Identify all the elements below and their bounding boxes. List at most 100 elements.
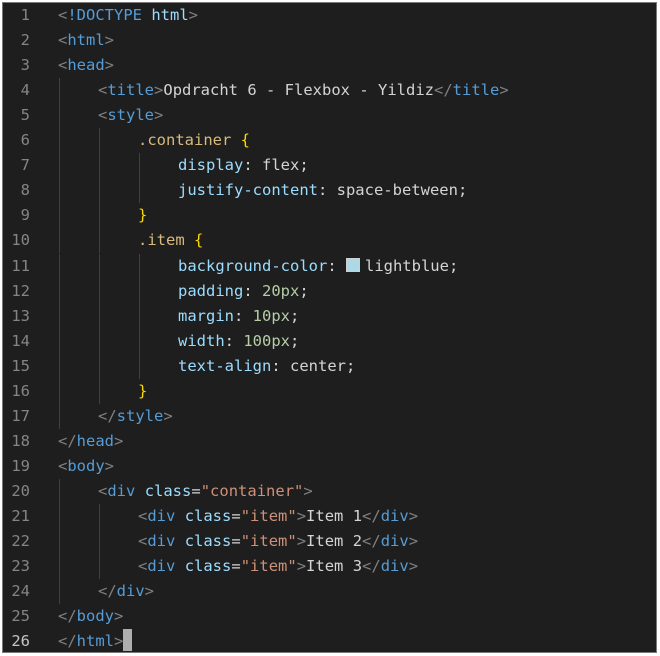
line-number: 6 [20,131,30,150]
code-text: .item { [138,228,203,253]
token-brace: { [240,131,251,150]
line-number: 8 [20,181,30,200]
code-line[interactable]: 17 </style> [3,403,656,429]
token-punctuation: </ [58,431,77,450]
code-line[interactable]: 20 <div class="container"> [3,478,656,504]
token-punctuation: < [98,481,108,500]
token-punctuation: < [98,81,108,100]
code-line[interactable]: 14 width: 100px; [3,328,656,354]
code-editor[interactable]: 1 <!DOCTYPE html> 2 <html> 3 <head> 4 <title>Op… [2,2,657,653]
indent-guide [59,403,60,429]
token-text: Item 1 [306,507,363,525]
token-punctuation: > [114,632,124,651]
token-text: ; [299,281,309,300]
token-text: : space-between; [317,181,468,200]
token-string-value: "item" [240,557,297,576]
code-line[interactable]: 18 </head> [3,429,656,454]
code-line[interactable]: 19 <body> [3,454,656,479]
code-line[interactable]: 26 </html> [3,629,656,652]
code-line[interactable]: 24 </div> [3,579,656,605]
code-text: .container { [138,128,250,153]
token-brace: { [194,231,204,250]
code-line[interactable]: 3 <head> [3,53,656,78]
indent-guide [99,153,100,179]
token-attribute-name: html [151,6,189,24]
indent-guide [59,78,60,104]
code-text: <body> [58,454,114,479]
code-line[interactable]: 22 <div class="item">Item 2</div> [3,529,656,555]
code-text: text-align: center; [178,354,355,379]
indent-guide [99,328,100,354]
token-text: Opdracht 6 - Flexbox - Yildiz [163,81,434,100]
code-line[interactable]: 4 <title>Opdracht 6 - Flexbox - Yildiz</t… [3,78,656,104]
token-punctuation: > [296,507,307,525]
code-line[interactable]: 12 padding: 20px; [3,278,656,304]
code-line[interactable]: 2 <html> [3,28,656,53]
code-line[interactable]: 23 <div class="item">Item 3</div> [3,554,656,580]
code-line[interactable]: 6 .container { [3,128,656,154]
token-punctuation: > [303,481,313,500]
line-number: 23 [11,557,30,576]
token-punctuation: < [138,507,148,525]
line-number: 5 [20,106,30,125]
token-tag-name: head [67,56,105,75]
token-tag-name: style [107,106,155,125]
code-line[interactable]: 25 </body> [3,604,656,629]
indent-guide [99,378,100,404]
token-tag-name: !DOCTYPE [67,6,152,24]
code-text: <html> [58,28,114,53]
line-number: 19 [11,456,30,475]
code-line[interactable]: 1 <!DOCTYPE html> [3,3,656,28]
color-swatch-icon[interactable] [345,257,360,272]
token-tag-name: title [452,81,500,100]
code-line[interactable]: 9} [3,203,656,229]
code-line[interactable]: 10 .item { [3,228,656,254]
indent-guide [99,303,100,329]
token-string-value: "item" [240,532,297,551]
line-number: 20 [11,481,30,500]
token-attribute-name: class [184,532,232,551]
code-text: <style> [98,103,163,128]
code-line[interactable]: 15 text-align: center; [3,353,656,379]
code-line[interactable]: 21 <div class="item">Item 1</div> [3,504,656,529]
indent-guide [99,128,100,154]
token-attribute-name: class [144,481,192,500]
token-css-property: width [178,331,225,350]
token-tag-name: div [147,557,176,576]
code-line[interactable]: 5 <style> [3,103,656,129]
code-text: background-color: lightblue; [178,254,458,279]
token-css-property: display [178,156,244,175]
indent-guide [59,103,60,129]
line-number: 13 [11,306,30,325]
line-number: 3 [20,56,30,75]
token-punctuation: < [58,31,68,50]
indent-guide [139,278,140,304]
code-line[interactable]: 8 justify-content: space-between; [3,178,656,204]
code-text: display: flex; [178,153,309,178]
code-line[interactable]: 7 display: flex; [3,153,656,179]
code-text: padding: 20px; [178,279,309,304]
indent-guide [139,253,140,279]
token-text: Item 3 [306,557,363,576]
token-tag-name: body [76,607,114,626]
line-number: 21 [11,507,30,525]
token-punctuation: </ [362,532,381,551]
code-text: <div class="item">Item 1</div> [138,504,418,529]
indent-guide [139,153,140,179]
line-number: 25 [11,607,30,626]
token-tag-name: html [76,632,114,651]
token-tag-name: div [380,507,409,525]
indent-guide [59,504,60,529]
token-punctuation: > [499,81,509,100]
token-tag-name: div [147,532,176,551]
line-number: 10 [11,231,30,250]
token-tag-name: title [107,81,155,100]
token-punctuation: < [138,532,148,551]
code-line[interactable]: 13 margin: 10px; [3,303,656,329]
code-line[interactable]: 11 background-color: lightblue; [3,253,656,279]
token-text: = [231,557,241,576]
line-number: 26 [11,632,30,651]
indent-guide [59,303,60,329]
code-line[interactable]: 16} [3,378,656,404]
